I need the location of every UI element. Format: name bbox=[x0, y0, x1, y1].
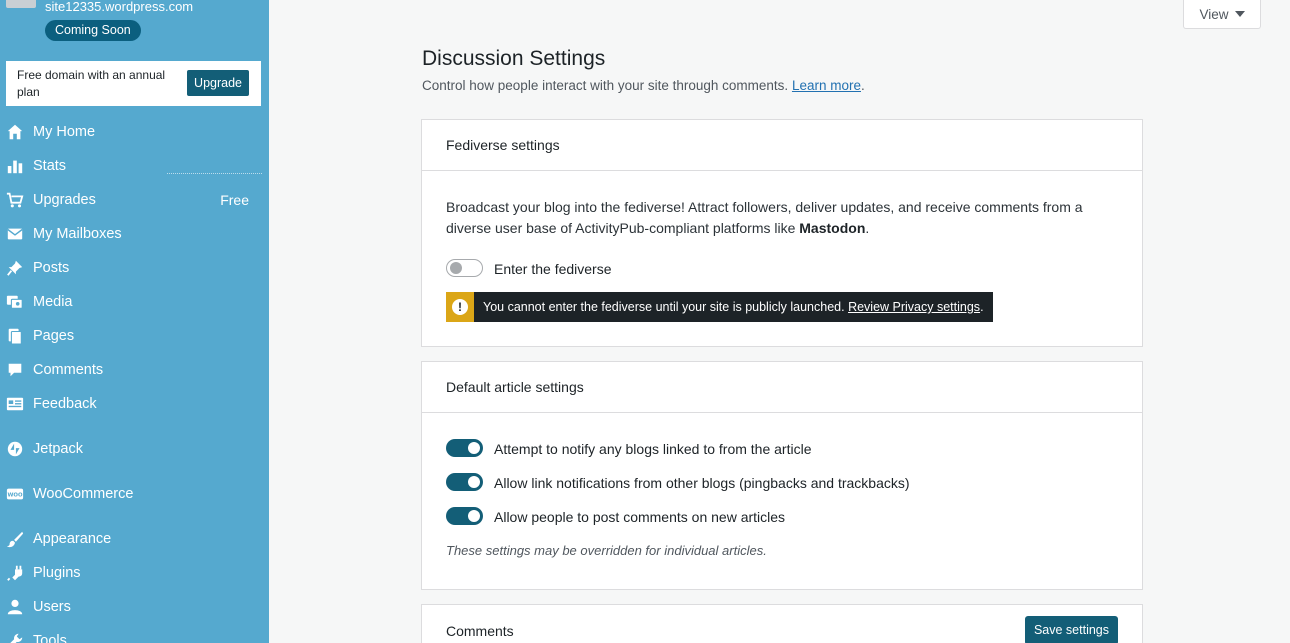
site-url[interactable]: site12335.wordpress.com bbox=[45, 0, 193, 14]
sidebar-item-label: WooCommerce bbox=[33, 486, 134, 502]
sidebar-item-users[interactable]: Users bbox=[0, 592, 269, 622]
sidebar-item-woocommerce[interactable]: WOO WooCommerce bbox=[0, 479, 269, 509]
notice-message: You cannot enter the fediverse until you… bbox=[483, 300, 845, 314]
page-title: Discussion Settings bbox=[422, 47, 606, 70]
sidebar-item-media[interactable]: Media bbox=[0, 287, 269, 317]
sidebar-item-label: Feedback bbox=[33, 396, 97, 412]
fediverse-warning-notice: ! You cannot enter the fediverse until y… bbox=[446, 292, 993, 322]
sidebar-item-label: Plugins bbox=[33, 565, 81, 581]
sidebar-item-label: My Mailboxes bbox=[33, 226, 122, 242]
allow-comments-toggle[interactable] bbox=[446, 507, 483, 525]
toggle-knob bbox=[468, 442, 480, 454]
fediverse-description-text: Broadcast your blog into the fediverse! … bbox=[446, 199, 1083, 236]
sidebar-item-label: Tools bbox=[33, 633, 67, 643]
plan-badge: Free bbox=[220, 192, 249, 208]
sidebar-item-label: Users bbox=[33, 599, 71, 615]
subtitle-text: Control how people interact with your si… bbox=[422, 78, 789, 93]
sidebar-item-upgrades[interactable]: Upgrades Free bbox=[0, 185, 269, 215]
sidebar-item-comments[interactable]: Comments bbox=[0, 355, 269, 385]
pages-icon bbox=[5, 326, 25, 346]
stats-icon bbox=[5, 156, 25, 176]
notice-end: . bbox=[980, 300, 984, 314]
override-note: These settings may be overridden for ind… bbox=[446, 543, 767, 558]
cart-icon bbox=[5, 190, 25, 210]
review-privacy-settings-link[interactable]: Review Privacy settings bbox=[848, 300, 980, 314]
sidebar: site12335.wordpress.com Coming Soon Free… bbox=[0, 0, 269, 643]
notice-text: You cannot enter the fediverse until you… bbox=[474, 292, 993, 322]
sidebar-item-tools[interactable]: Tools bbox=[0, 626, 269, 643]
site-icon[interactable] bbox=[6, 0, 36, 8]
default-article-settings-card: Default article settings Attempt to noti… bbox=[421, 361, 1143, 590]
upsell-text: Free domain with an annual plan bbox=[17, 68, 166, 99]
warning-icon: ! bbox=[446, 292, 474, 322]
sidebar-item-plugins[interactable]: Plugins bbox=[0, 558, 269, 588]
fediverse-description-end: . bbox=[865, 220, 870, 236]
sidebar-item-label: Pages bbox=[33, 328, 75, 344]
upsell-banner: Free domain with an annual plan Upgrade bbox=[6, 61, 261, 106]
stats-divider bbox=[167, 173, 262, 174]
sidebar-item-label: Media bbox=[33, 294, 73, 310]
sidebar-item-my-home[interactable]: My Home bbox=[0, 117, 269, 147]
page-subtitle: Control how people interact with your si… bbox=[422, 78, 865, 93]
sidebar-item-pages[interactable]: Pages bbox=[0, 321, 269, 351]
woo-icon: WOO bbox=[5, 484, 25, 504]
sidebar-item-feedback[interactable]: Feedback bbox=[0, 389, 269, 419]
toggle-knob bbox=[450, 262, 462, 274]
sidebar-item-label: Posts bbox=[33, 260, 70, 276]
toggle-knob bbox=[468, 476, 480, 488]
allow-comments-label: Allow people to post comments on new art… bbox=[494, 509, 786, 525]
notify-linked-blogs-label: Attempt to notify any blogs linked to fr… bbox=[494, 441, 812, 457]
sidebar-item-label: Upgrades bbox=[33, 192, 96, 208]
sidebar-item-label: Comments bbox=[33, 362, 104, 378]
plugin-icon bbox=[5, 563, 25, 583]
user-icon bbox=[5, 597, 25, 617]
fediverse-settings-heading: Fediverse settings bbox=[422, 120, 1142, 171]
notify-linked-blogs-toggle[interactable] bbox=[446, 439, 483, 457]
jetpack-icon bbox=[5, 439, 25, 459]
learn-more-link[interactable]: Learn more bbox=[792, 78, 861, 93]
fediverse-description: Broadcast your blog into the fediverse! … bbox=[446, 197, 1106, 239]
subtitle-end: . bbox=[861, 78, 865, 93]
mastodon-label: Mastodon bbox=[799, 220, 866, 236]
sidebar-item-label: Stats bbox=[33, 158, 67, 174]
svg-text:WOO: WOO bbox=[7, 492, 22, 498]
toggle-knob bbox=[468, 510, 480, 522]
sidebar-item-posts[interactable]: Posts bbox=[0, 253, 269, 283]
sidebar-item-jetpack[interactable]: Jetpack bbox=[0, 434, 269, 464]
home-icon bbox=[5, 122, 25, 142]
save-settings-button[interactable]: Save settings bbox=[1024, 616, 1118, 643]
enter-fediverse-label: Enter the fediverse bbox=[494, 261, 612, 277]
sidebar-item-label: Jetpack bbox=[33, 441, 83, 457]
mail-icon bbox=[5, 224, 25, 244]
feedback-icon bbox=[5, 394, 25, 414]
fediverse-settings-card: Fediverse settings Broadcast your blog i… bbox=[421, 119, 1143, 347]
sidebar-item-my-mailboxes[interactable]: My Mailboxes bbox=[0, 219, 269, 249]
view-label: View bbox=[1199, 6, 1229, 22]
comment-icon bbox=[5, 360, 25, 380]
default-article-settings-heading: Default article settings bbox=[422, 362, 1142, 413]
brush-icon bbox=[5, 529, 25, 549]
sidebar-item-label: My Home bbox=[33, 124, 96, 140]
upgrade-button[interactable]: Upgrade bbox=[187, 70, 249, 96]
wrench-icon bbox=[5, 631, 25, 643]
view-dropdown-button[interactable]: View bbox=[1183, 0, 1261, 29]
sidebar-item-appearance[interactable]: Appearance bbox=[0, 524, 269, 554]
media-icon bbox=[5, 292, 25, 312]
caret-down-icon bbox=[1234, 11, 1245, 17]
allow-pingbacks-label: Allow link notifications from other blog… bbox=[494, 475, 910, 491]
sidebar-item-stats[interactable]: Stats bbox=[0, 151, 269, 181]
sidebar-item-label: Appearance bbox=[33, 531, 112, 547]
allow-pingbacks-toggle[interactable] bbox=[446, 473, 483, 491]
comments-settings-card: Comments Save settings bbox=[421, 604, 1143, 643]
site-status-badge: Coming Soon bbox=[45, 20, 141, 41]
pin-icon bbox=[5, 258, 25, 278]
enter-fediverse-toggle[interactable] bbox=[446, 259, 483, 277]
